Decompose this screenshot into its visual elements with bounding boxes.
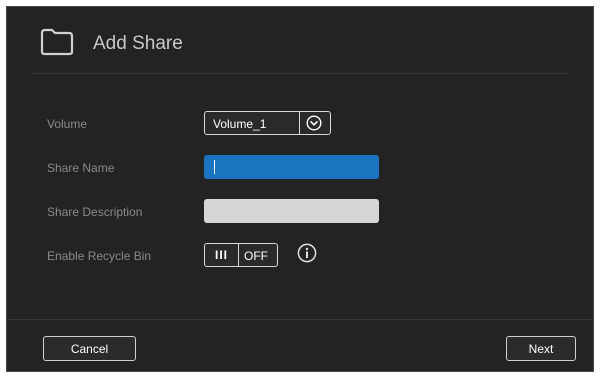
volume-label: Volume [47, 117, 88, 131]
select-divider [299, 112, 300, 134]
volume-select[interactable]: Volume_1 [204, 111, 331, 135]
info-icon[interactable] [297, 243, 317, 263]
volume-selected-value: Volume_1 [213, 117, 267, 131]
dialog-header: Add Share [7, 7, 593, 73]
share-name-label: Share Name [47, 161, 115, 175]
recycle-bin-label: Enable Recycle Bin [47, 249, 152, 263]
toggle-knob: III [205, 244, 239, 266]
chevron-down-icon[interactable] [306, 115, 322, 131]
share-description-input[interactable] [204, 199, 379, 223]
folder-icon [40, 28, 74, 56]
header-divider [33, 73, 567, 74]
toggle-state-label: OFF [244, 249, 268, 263]
dialog-title: Add Share [93, 33, 183, 54]
share-name-input[interactable] [204, 155, 379, 179]
share-description-label: Share Description [47, 205, 143, 219]
recycle-bin-toggle[interactable]: III OFF [204, 243, 278, 267]
next-button[interactable]: Next [506, 336, 576, 361]
footer-divider [7, 319, 593, 320]
add-share-dialog: Add Share Volume Volume_1 Share Name Sha… [6, 6, 594, 372]
text-caret [214, 160, 215, 174]
cancel-button[interactable]: Cancel [43, 336, 136, 361]
